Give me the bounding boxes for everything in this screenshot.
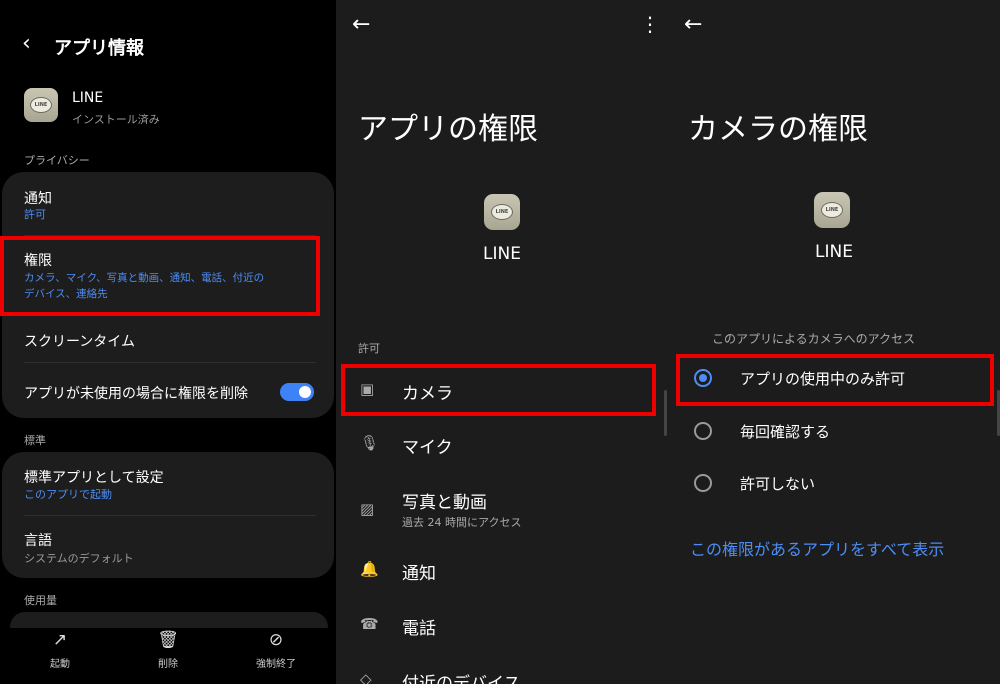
notifications-title: 通知 xyxy=(24,191,52,207)
scrollbar[interactable] xyxy=(664,390,667,436)
camera-permission-panel: ← カメラの権限 LINE LINE このアプリによるカメラへのアクセス アプリ… xyxy=(668,0,1000,684)
standard-section-header: 標準 xyxy=(24,434,46,447)
open-button[interactable]: ↗ 起動 xyxy=(20,628,100,670)
default-app-row[interactable]: 標準アプリとして設定 このアプリで起動 xyxy=(2,452,334,514)
permission-phone[interactable]: ☎ 電話 xyxy=(336,601,668,653)
photo-icon: ▨ xyxy=(360,500,375,518)
remove-permissions-label: アプリが未使用の場合に権限を削除 xyxy=(24,386,248,402)
default-app-title: 標準アプリとして設定 xyxy=(24,470,164,486)
radio-unselected[interactable] xyxy=(694,422,712,440)
line-app-icon: LINE xyxy=(24,88,58,122)
phone-icon: ☎ xyxy=(360,615,379,633)
permission-notifications[interactable]: 🔔 通知 xyxy=(336,546,668,598)
open-icon: ↗ xyxy=(52,630,68,650)
more-options-icon[interactable]: ⋮ xyxy=(640,12,660,36)
app-install-status: インストール済み xyxy=(72,113,160,126)
privacy-section-header: プライバシー xyxy=(24,154,90,167)
app-info-panel: ‹ アプリ情報 LINE LINE インストール済み プライバシー 通知 許可 … xyxy=(0,0,336,684)
allow-while-using-highlight xyxy=(676,354,994,406)
force-stop-button[interactable]: ⊘ 強制終了 xyxy=(236,628,316,670)
force-stop-icon: ⊘ xyxy=(268,630,284,650)
allowed-section-header: 許可 xyxy=(358,342,380,355)
line-app-icon: LINE xyxy=(484,194,520,230)
app-name: LINE xyxy=(72,90,104,106)
page-title: カメラの権限 xyxy=(688,112,868,147)
mic-icon: 🎙 xyxy=(360,434,380,452)
radio-unselected[interactable] xyxy=(694,474,712,492)
remove-permissions-toggle[interactable] xyxy=(280,383,314,401)
language-sub: システムのデフォルト xyxy=(24,552,134,565)
notifications-row[interactable]: 通知 許可 xyxy=(2,172,334,232)
usage-section-header: 使用量 xyxy=(24,594,57,607)
line-app-icon: LINE xyxy=(814,192,850,228)
camera-access-header: このアプリによるカメラへのアクセス xyxy=(712,332,916,346)
nearby-icon: ◇ xyxy=(360,670,372,684)
app-name: LINE xyxy=(815,242,853,262)
permission-photos[interactable]: ▨ 写真と動画 過去 24 時間にアクセス xyxy=(336,478,668,538)
permission-nearby-devices[interactable]: ◇ 付近のデバイス xyxy=(336,656,668,684)
camera-highlight xyxy=(341,364,656,416)
screen-time-row[interactable]: スクリーンタイム xyxy=(24,331,135,351)
page-title: アプリの権限 xyxy=(358,112,538,147)
notifications-status: 許可 xyxy=(24,208,46,221)
page-title: アプリ情報 xyxy=(54,38,144,59)
default-app-sub: このアプリで起動 xyxy=(24,488,112,501)
permissions-highlight xyxy=(0,236,320,316)
bottom-action-bar: ↗ 起動 🗑 削除 ⊘ 強制終了 xyxy=(0,628,336,684)
see-all-apps-link[interactable]: この権限があるアプリをすべて表示 xyxy=(690,536,944,560)
standard-card: 標準アプリとして設定 このアプリで起動 言語 システムのデフォルト xyxy=(2,452,334,578)
back-icon[interactable]: ‹ xyxy=(22,32,31,56)
option-ask-every-time[interactable]: 毎回確認する xyxy=(668,408,1000,456)
app-permissions-panel: ← ⋮ アプリの権限 LINE LINE 許可 ▣ カメラ 🎙 マイク ▨ 写真… xyxy=(336,0,668,684)
back-arrow-icon[interactable]: ← xyxy=(684,12,702,37)
language-title: 言語 xyxy=(24,533,52,549)
permission-mic[interactable]: 🎙 マイク xyxy=(336,420,668,472)
app-name: LINE xyxy=(483,244,521,264)
back-arrow-icon[interactable]: ← xyxy=(352,12,370,37)
language-row[interactable]: 言語 システムのデフォルト xyxy=(2,516,334,578)
trash-icon: 🗑 xyxy=(157,630,179,650)
bell-icon: 🔔 xyxy=(360,560,379,578)
uninstall-button[interactable]: 🗑 削除 xyxy=(128,628,208,670)
option-deny[interactable]: 許可しない xyxy=(668,460,1000,508)
